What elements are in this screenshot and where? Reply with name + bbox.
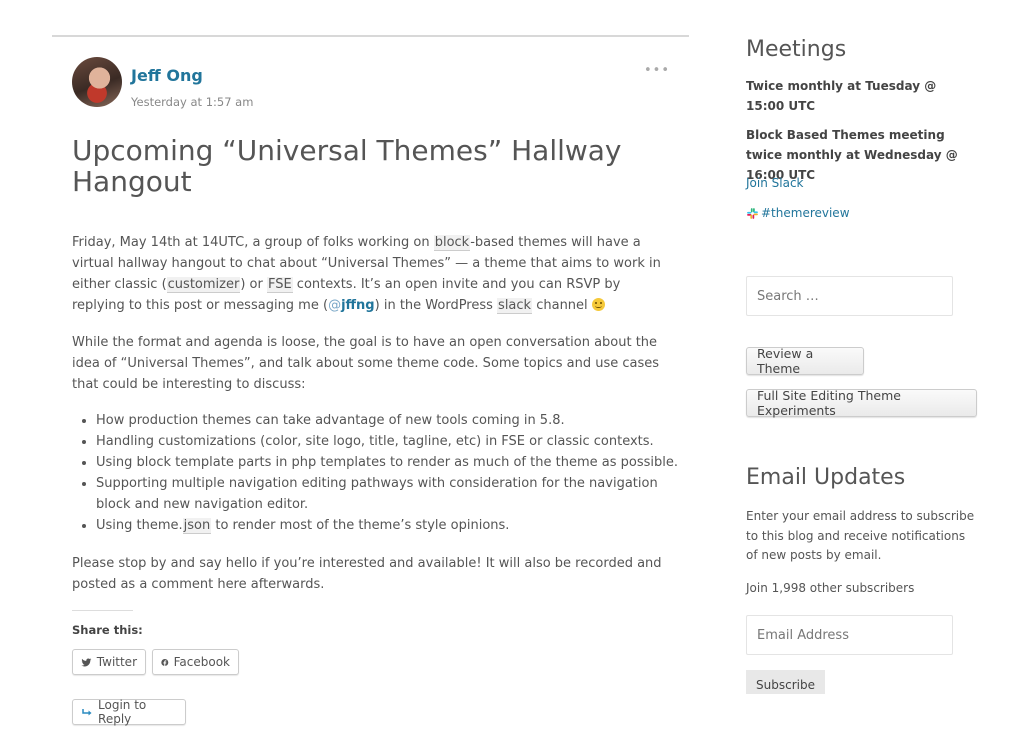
facebook-share-button[interactable]: Facebook bbox=[152, 649, 239, 675]
twitter-label: Twitter bbox=[96, 655, 137, 669]
smiley-icon bbox=[591, 298, 605, 311]
meeting-schedule-1: Twice monthly at Tuesday @ 15:00 UTC bbox=[746, 79, 937, 113]
facebook-label: Facebook bbox=[173, 655, 230, 669]
text-segment: Friday, May 14th at 14UTC, a group of fo… bbox=[72, 235, 434, 250]
post-timestamp[interactable]: Yesterday at 1:57 am bbox=[131, 95, 253, 109]
author-name-link[interactable]: Jeff Ong bbox=[131, 66, 203, 85]
facebook-icon bbox=[161, 658, 169, 666]
subscribe-button[interactable]: Subscribe bbox=[746, 670, 825, 694]
join-slack-link[interactable]: Join Slack bbox=[746, 176, 804, 190]
meetings-heading: Meetings bbox=[746, 37, 847, 62]
email-updates-description: Enter your email address to subscribe to… bbox=[746, 509, 975, 562]
fse-experiments-button[interactable]: Full Site Editing Theme Experiments bbox=[746, 388, 977, 418]
review-theme-button[interactable]: Review a Theme bbox=[746, 346, 864, 376]
more-actions-icon[interactable]: ••• bbox=[644, 63, 670, 78]
glossary-term-slack[interactable]: slack bbox=[497, 298, 533, 314]
user-mention-link[interactable]: @jffng bbox=[328, 298, 375, 313]
glossary-term-json[interactable]: json bbox=[182, 518, 212, 534]
author-avatar[interactable] bbox=[72, 57, 122, 107]
text-segment: channel bbox=[532, 298, 592, 313]
glossary-term-block[interactable]: block bbox=[433, 235, 471, 251]
list-item: Supporting multiple navigation editing p… bbox=[96, 473, 696, 515]
list-item: Handling customizations (color, site log… bbox=[96, 431, 696, 452]
list-item: Using block template parts in php templa… bbox=[96, 452, 696, 473]
login-to-reply-label: Login to Reply bbox=[98, 698, 147, 726]
post-paragraph-closing: Please stop by and say hello if you’re i… bbox=[72, 556, 662, 592]
subscriber-count: Join 1,998 other subscribers bbox=[746, 581, 915, 595]
post-paragraph-intro: Friday, May 14th at 14UTC, a group of fo… bbox=[72, 232, 672, 316]
list-item: How production themes can take advantage… bbox=[96, 410, 696, 431]
text-segment: to render most of the theme’s style opin… bbox=[211, 518, 510, 533]
mention-at: @ bbox=[328, 298, 342, 313]
share-divider bbox=[72, 610, 133, 611]
list-item: Using theme.json to render most of the t… bbox=[96, 515, 696, 536]
login-to-reply-button[interactable]: Login to Reply bbox=[72, 698, 186, 726]
twitter-share-button[interactable]: Twitter bbox=[72, 649, 146, 675]
text-segment: ) or bbox=[240, 277, 267, 292]
share-heading: Share this: bbox=[72, 623, 143, 637]
mention-username: jffng bbox=[341, 298, 375, 313]
text-segment: Using theme. bbox=[96, 518, 183, 533]
glossary-term-fse[interactable]: FSE bbox=[266, 277, 293, 293]
glossary-term-customizer[interactable]: customizer bbox=[166, 277, 241, 293]
topics-list: How production themes can take advantage… bbox=[72, 410, 696, 536]
search-input[interactable] bbox=[746, 276, 953, 316]
email-address-field[interactable] bbox=[746, 615, 953, 655]
slack-icon bbox=[747, 207, 758, 219]
top-divider bbox=[52, 35, 689, 37]
reply-icon bbox=[82, 708, 92, 716]
text-segment: ) in the WordPress bbox=[374, 298, 498, 313]
post-paragraph-format: While the format and agenda is loose, th… bbox=[72, 335, 660, 392]
themereview-channel-link[interactable]: #themereview bbox=[746, 206, 850, 220]
post-title: Upcoming “Universal Themes” Hallway Hang… bbox=[72, 134, 622, 198]
twitter-icon bbox=[81, 657, 92, 666]
email-updates-heading: Email Updates bbox=[746, 465, 906, 490]
themereview-label: #themereview bbox=[761, 206, 850, 220]
